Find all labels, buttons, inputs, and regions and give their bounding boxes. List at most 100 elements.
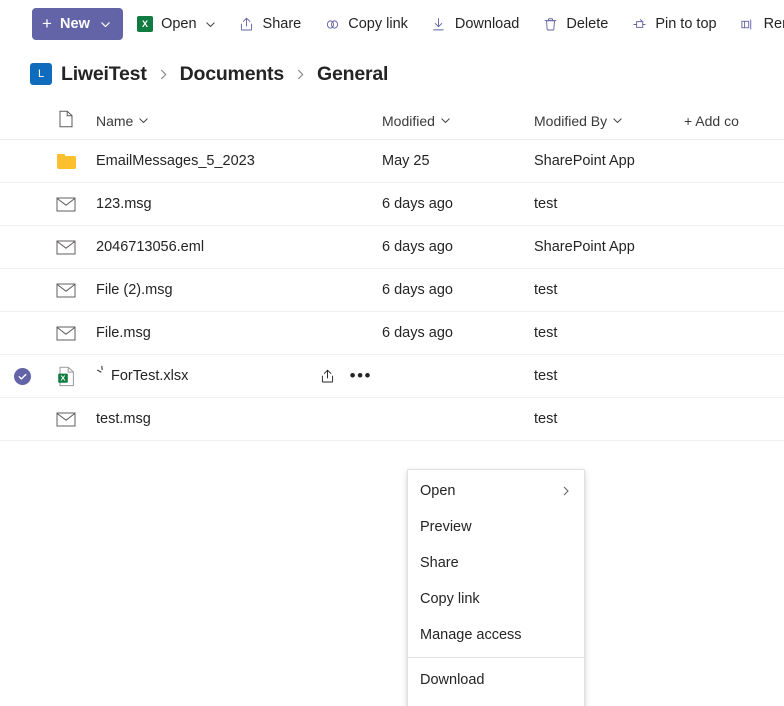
modified-column-header[interactable]: Modified bbox=[382, 113, 534, 129]
file-name-link[interactable]: File.msg bbox=[96, 325, 151, 341]
chevron-down-icon bbox=[138, 113, 149, 129]
row-modified-by: test bbox=[534, 196, 558, 212]
breadcrumb-separator-icon bbox=[293, 68, 308, 81]
share-icon bbox=[238, 15, 256, 33]
context-menu-item-label: Copy link bbox=[420, 591, 480, 607]
row-checkbox-checked[interactable] bbox=[0, 367, 44, 385]
toolbar-pin-to-top-button[interactable]: Pin to top bbox=[621, 8, 725, 40]
toolbar-delete-label: Delete bbox=[566, 16, 609, 32]
file-name-link[interactable]: ForTest.xlsx bbox=[111, 368, 188, 384]
envelope-icon bbox=[44, 283, 88, 298]
add-column-label: + Add co bbox=[684, 112, 739, 129]
chevron-down-icon bbox=[612, 113, 623, 129]
context-menu-item-manage-access[interactable]: Manage access bbox=[408, 617, 584, 653]
context-menu-item-label: Open bbox=[420, 483, 456, 499]
file-name-link[interactable]: File (2).msg bbox=[96, 282, 173, 298]
context-menu-item-label: Share bbox=[420, 555, 459, 571]
row-modified: 6 days ago bbox=[382, 239, 453, 255]
table-row[interactable]: File.msg 6 days ago test bbox=[0, 312, 784, 355]
toolbar-download-button[interactable]: Download bbox=[421, 8, 529, 40]
svg-text:X: X bbox=[60, 373, 65, 382]
toolbar-pin-to-top-label: Pin to top bbox=[655, 16, 717, 32]
file-type-column-header[interactable] bbox=[44, 110, 88, 131]
document-icon bbox=[58, 110, 74, 131]
new-button[interactable]: + New bbox=[32, 8, 124, 40]
context-menu-item-delete[interactable]: Delete bbox=[408, 698, 584, 706]
excel-file-icon: X bbox=[136, 15, 154, 33]
context-menu-item-copy-link[interactable]: Copy link bbox=[408, 581, 584, 617]
table-row[interactable]: test.msg test bbox=[0, 398, 784, 441]
table-row[interactable]: 123.msg 6 days ago test bbox=[0, 183, 784, 226]
link-icon bbox=[323, 15, 341, 33]
file-name-link[interactable]: 123.msg bbox=[96, 196, 152, 212]
file-name-link[interactable]: 2046713056.eml bbox=[96, 239, 204, 255]
breadcrumb-item-folder[interactable]: General bbox=[317, 63, 388, 86]
name-column-header[interactable]: Name bbox=[88, 113, 382, 129]
toolbar-share-button[interactable]: Share bbox=[229, 8, 311, 40]
chevron-down-icon bbox=[100, 19, 111, 30]
row-modified-by: SharePoint App bbox=[534, 239, 635, 255]
toolbar-share-label: Share bbox=[262, 16, 302, 32]
folder-icon bbox=[44, 153, 88, 169]
toolbar-copy-link-button[interactable]: Copy link bbox=[314, 8, 417, 40]
row-modified: 6 days ago bbox=[382, 196, 453, 212]
toolbar-open-button[interactable]: X Open bbox=[127, 8, 224, 40]
context-menu-item-label: Preview bbox=[420, 519, 472, 535]
table-row[interactable]: EmailMessages_5_2023 May 25 SharePoint A… bbox=[0, 140, 784, 183]
row-modified-by: test bbox=[534, 368, 558, 384]
context-menu-item-open[interactable]: Open bbox=[408, 473, 584, 509]
context-menu-item-preview[interactable]: Preview bbox=[408, 509, 584, 545]
row-modified-by: test bbox=[534, 411, 558, 427]
cursor-click-indicator bbox=[96, 365, 109, 378]
file-list: Name Modified Modified By + Add co Email… bbox=[0, 102, 784, 706]
chevron-right-icon bbox=[560, 485, 572, 497]
row-modified-by: SharePoint App bbox=[534, 153, 635, 169]
command-toolbar: + New X Open Share Copy link Download De… bbox=[0, 0, 784, 48]
chevron-down-icon bbox=[205, 19, 216, 30]
site-avatar: L bbox=[30, 63, 52, 85]
context-menu-item-label: Download bbox=[420, 672, 485, 688]
download-icon bbox=[430, 15, 448, 33]
envelope-icon bbox=[44, 240, 88, 255]
pin-icon bbox=[630, 15, 648, 33]
context-menu-item-label: Manage access bbox=[420, 627, 522, 643]
table-row-selected[interactable]: X ForTest.xlsx ••• test bbox=[0, 355, 784, 398]
row-modified: 6 days ago bbox=[382, 282, 453, 298]
excel-tile-glyph: X bbox=[137, 16, 154, 32]
breadcrumb-item-library[interactable]: Documents bbox=[180, 63, 285, 86]
envelope-icon bbox=[44, 326, 88, 341]
row-more-options-icon[interactable]: ••• bbox=[350, 367, 372, 384]
toolbar-rename-label: Rename bbox=[763, 16, 784, 32]
file-name-link[interactable]: test.msg bbox=[96, 411, 151, 427]
context-menu-item-download[interactable]: Download bbox=[408, 662, 584, 698]
toolbar-copy-link-label: Copy link bbox=[348, 16, 408, 32]
file-name-link[interactable]: EmailMessages_5_2023 bbox=[96, 153, 255, 169]
toolbar-download-label: Download bbox=[454, 16, 520, 32]
modified-column-label: Modified bbox=[382, 112, 435, 129]
name-column-label: Name bbox=[96, 112, 134, 129]
row-modified: 6 days ago bbox=[382, 325, 453, 341]
trash-icon bbox=[541, 15, 559, 33]
row-modified-by: test bbox=[534, 282, 558, 298]
check-icon bbox=[13, 367, 31, 385]
modified-by-column-label: Modified By bbox=[534, 112, 608, 129]
file-list-header: Name Modified Modified By + Add co bbox=[0, 102, 784, 140]
modified-by-column-header[interactable]: Modified By bbox=[534, 113, 684, 129]
new-button-label: New bbox=[59, 16, 91, 32]
breadcrumb-separator-icon bbox=[156, 68, 171, 81]
rename-icon bbox=[739, 15, 757, 33]
toolbar-rename-button[interactable]: Rename bbox=[730, 8, 784, 40]
context-menu-separator bbox=[408, 657, 584, 658]
table-row[interactable]: 2046713056.eml 6 days ago SharePoint App bbox=[0, 226, 784, 269]
toolbar-delete-button[interactable]: Delete bbox=[532, 8, 617, 40]
breadcrumb: L LiweiTest Documents General bbox=[0, 48, 784, 102]
breadcrumb-item-site[interactable]: LiweiTest bbox=[61, 63, 147, 86]
envelope-icon bbox=[44, 412, 88, 427]
row-share-icon[interactable] bbox=[319, 368, 336, 385]
envelope-icon bbox=[44, 197, 88, 212]
excel-file-icon: X bbox=[44, 366, 88, 387]
row-modified: May 25 bbox=[382, 153, 430, 169]
table-row[interactable]: File (2).msg 6 days ago test bbox=[0, 269, 784, 312]
add-column-header[interactable]: + Add co bbox=[684, 113, 784, 129]
context-menu-item-share[interactable]: Share bbox=[408, 545, 584, 581]
